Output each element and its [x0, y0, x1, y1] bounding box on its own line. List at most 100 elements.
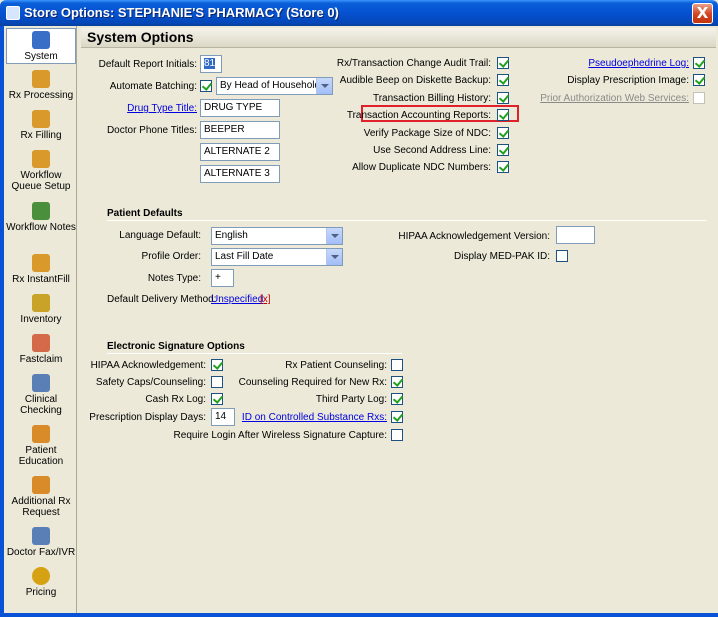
cash-rx-log-label: Cash Rx Log: [145, 394, 206, 405]
drug-type-title-link[interactable]: Drug Type Title: [127, 103, 197, 114]
automate-batching-label: Automate Batching: [109, 81, 197, 92]
close-button[interactable]: X [692, 3, 713, 24]
safety-caps-checkbox[interactable] [211, 376, 223, 388]
require-login-checkbox[interactable] [391, 429, 403, 441]
rx-bottle-icon [32, 70, 50, 88]
nav-item-clinical-checking[interactable]: Clinical Checking [6, 374, 76, 416]
window-frame: System Rx Processing Rx Filling Workflow… [0, 26, 718, 617]
require-login-label: Require Login After Wireless Signature C… [173, 430, 387, 441]
pseudoephedrine-log-checkbox[interactable] [693, 57, 705, 69]
nav-item-rx-instantfill[interactable]: Rx InstantFill [6, 254, 76, 285]
default-report-initials-input[interactable]: 81 [200, 55, 222, 73]
display-days-label: Prescription Display Days: [89, 412, 206, 423]
delivery-method-label: Default Delivery Method: [107, 294, 217, 305]
doctor-phone-title-3-input[interactable]: ALTERNATE 3 [200, 165, 280, 183]
display-days-input[interactable]: 14 [211, 408, 235, 426]
claim-icon [32, 334, 50, 352]
audible-beep-checkbox[interactable] [497, 74, 509, 86]
notes-type-input[interactable]: + [211, 269, 234, 287]
pseudoephedrine-log-link[interactable]: Pseudoephedrine Log: [588, 58, 689, 69]
audible-beep-label: Audible Beep on Diskette Backup: [339, 75, 491, 86]
options-nav: System Rx Processing Rx Filling Workflow… [4, 26, 77, 613]
window-title: Store Options: STEPHANIE'S PHARMACY (Sto… [24, 5, 339, 20]
duplicate-ndc-checkbox[interactable] [497, 161, 509, 173]
delivery-method-link[interactable]: Unspecified [211, 294, 263, 305]
notes-icon [32, 202, 50, 220]
drug-type-title-input[interactable]: DRUG TYPE [200, 99, 280, 117]
hipaa-version-label: HIPAA Acknowledgement Version: [398, 231, 550, 242]
instantfill-icon [32, 254, 50, 272]
accounting-reports-checkbox[interactable] [497, 109, 509, 121]
rx-counseling-label: Rx Patient Counseling: [285, 360, 387, 371]
nav-item-doctor-fax-ivr[interactable]: Doctor Fax/IVR [6, 527, 76, 558]
audit-trail-checkbox[interactable] [497, 57, 509, 69]
verify-package-checkbox[interactable] [497, 127, 509, 139]
doctor-phone-title-1-input[interactable]: BEEPER [200, 121, 280, 139]
computer-icon [32, 31, 50, 49]
clinical-icon [32, 374, 50, 392]
nav-item-pricing[interactable]: Pricing [6, 567, 76, 598]
hipaa-version-input[interactable] [556, 226, 595, 244]
accounting-reports-label: Transaction Accounting Reports: [346, 110, 491, 121]
inventory-icon [32, 294, 50, 312]
page-title: System Options [87, 29, 194, 45]
third-party-log-checkbox[interactable] [391, 393, 403, 405]
safety-caps-label: Safety Caps/Counseling: [95, 377, 206, 388]
third-party-log-label: Third Party Log: [315, 394, 387, 405]
nav-item-rx-filling[interactable]: Rx Filling [6, 110, 76, 141]
audit-trail-label: Rx/Transaction Change Audit Trail: [336, 58, 491, 69]
verify-package-label: Verify Package Size of NDC: [363, 128, 491, 139]
counseling-new-rx-checkbox[interactable] [391, 376, 403, 388]
main-panel: System Options Default Report Initials: … [79, 26, 718, 613]
nav-item-workflow-queue-setup[interactable]: Workflow Queue Setup [6, 150, 76, 192]
nav-item-patient-education[interactable]: Patient Education [6, 425, 76, 467]
nav-item-fastclaim[interactable]: Fastclaim [6, 334, 76, 365]
cash-rx-log-checkbox[interactable] [211, 393, 223, 405]
nav-item-additional-rx-request[interactable]: Additional Rx Request [6, 476, 76, 518]
second-address-label: Use Second Address Line: [373, 145, 491, 156]
medpak-checkbox[interactable] [556, 250, 568, 262]
counseling-new-rx-label: Counseling Required for New Rx: [238, 377, 387, 388]
hipaa-ack-label: HIPAA Acknowledgement: [90, 360, 206, 371]
dollar-coin-icon [32, 567, 50, 585]
nav-item-workflow-notes[interactable]: Workflow Notes [6, 202, 76, 233]
second-address-checkbox[interactable] [497, 144, 509, 156]
automate-batching-dropdown[interactable]: By Head of Household [216, 77, 333, 95]
billing-history-label: Transaction Billing History: [372, 93, 491, 104]
profile-order-dropdown[interactable]: Last Fill Date [211, 248, 343, 266]
section-divider [107, 220, 707, 221]
billing-history-checkbox[interactable] [497, 92, 509, 104]
nav-item-rx-processing[interactable]: Rx Processing [6, 70, 76, 101]
medpak-label: Display MED-PAK ID: [454, 251, 550, 262]
default-report-initials-label: Default Report Initials: [98, 59, 197, 70]
display-image-label: Display Prescription Image: [567, 75, 689, 86]
rx-bottle-icon [32, 110, 50, 128]
doctor-phone-titles-label: Doctor Phone Titles: [106, 125, 197, 136]
automate-batching-checkbox[interactable] [200, 80, 212, 92]
page-header: System Options [81, 28, 716, 48]
chevron-down-icon [326, 228, 342, 244]
doctor-phone-title-2-input[interactable]: ALTERNATE 2 [200, 143, 280, 161]
display-image-checkbox[interactable] [693, 74, 705, 86]
language-default-dropdown[interactable]: English [211, 227, 343, 245]
section-divider [107, 353, 402, 354]
hipaa-ack-checkbox[interactable] [211, 359, 223, 371]
nav-item-system[interactable]: System [6, 28, 76, 64]
notes-type-label: Notes Type: [147, 273, 201, 284]
clear-delivery-link[interactable]: [x] [260, 294, 271, 305]
patient-defaults-title: Patient Defaults [107, 208, 183, 219]
nav-item-inventory[interactable]: Inventory [6, 294, 76, 325]
prior-auth-link[interactable]: Prior Authorization Web Services: [540, 93, 689, 104]
title-bar: Store Options: STEPHANIE'S PHARMACY (Sto… [0, 0, 718, 26]
esig-options-title: Electronic Signature Options [107, 341, 245, 352]
rx-counseling-checkbox[interactable] [391, 359, 403, 371]
prior-auth-checkbox[interactable] [693, 92, 705, 104]
request-icon [32, 476, 50, 494]
id-controlled-link[interactable]: ID on Controlled Substance Rxs: [242, 412, 387, 423]
patient-icon [32, 425, 50, 443]
id-controlled-checkbox[interactable] [391, 411, 403, 423]
duplicate-ndc-label: Allow Duplicate NDC Numbers: [352, 162, 491, 173]
profile-order-label: Profile Order: [141, 251, 201, 262]
doctor-icon [32, 527, 50, 545]
app-icon [6, 6, 20, 20]
